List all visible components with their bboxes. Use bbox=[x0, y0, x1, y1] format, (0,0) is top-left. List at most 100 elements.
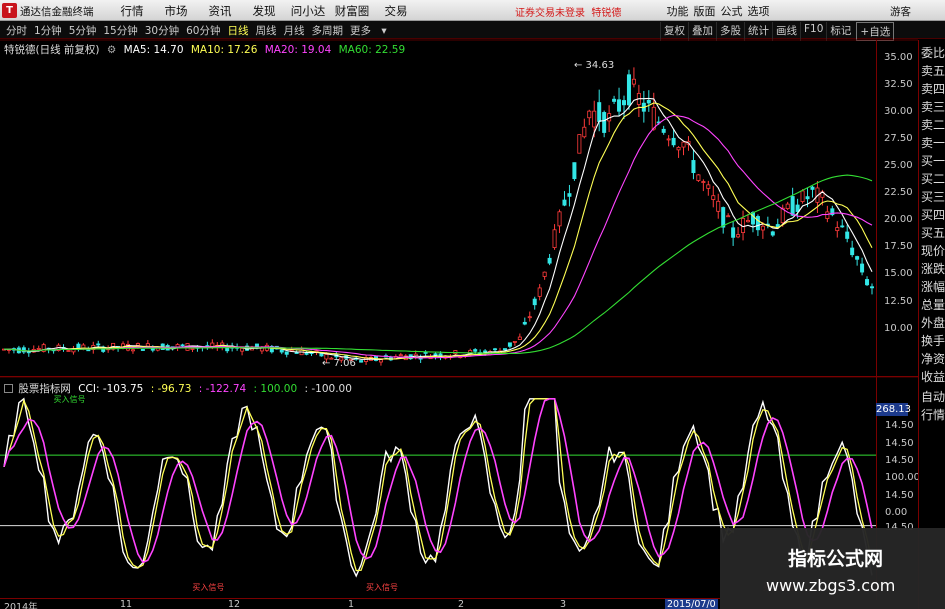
y-tick-label: 10.00 bbox=[884, 323, 913, 334]
candle-body bbox=[681, 141, 686, 148]
candle-body bbox=[870, 286, 875, 289]
candle-body bbox=[726, 215, 731, 218]
candle-body bbox=[755, 216, 760, 231]
x-tick-label: 2014年 bbox=[4, 602, 38, 609]
candle-body bbox=[473, 349, 478, 352]
ma10-label: MA10: 17.26 bbox=[190, 44, 258, 56]
stock-title: 特锐德(日线 前复权) bbox=[4, 44, 100, 56]
cci-label: CCI: -103.75 bbox=[78, 383, 144, 395]
side-label[interactable]: 涨跌 bbox=[921, 260, 945, 277]
candle-body bbox=[770, 231, 775, 236]
candle-body bbox=[855, 256, 860, 260]
side-label[interactable]: 净资 bbox=[921, 350, 945, 367]
cci-tick-label: 14.50 bbox=[885, 490, 914, 501]
candle-body bbox=[502, 348, 507, 350]
candle-body bbox=[359, 360, 364, 363]
quote-sidebar: 委比 卖五 卖四 卖三 卖二 卖一 买一 买二 买三 买四 买五 现价 涨跌 涨… bbox=[918, 40, 945, 609]
side-label[interactable]: 卖二 bbox=[921, 116, 945, 133]
x-tick-label: 11 bbox=[120, 599, 133, 609]
candle-body bbox=[795, 204, 800, 212]
candle-body bbox=[398, 354, 403, 357]
side-label[interactable]: 自动 bbox=[921, 388, 945, 405]
x-tick-label: 1 bbox=[348, 599, 355, 609]
candle-body bbox=[850, 247, 855, 256]
candle-body bbox=[671, 137, 676, 146]
ma5-label: MA5: 14.70 bbox=[123, 44, 184, 56]
cci-ma2-label: : -122.74 bbox=[198, 383, 247, 395]
candle-body bbox=[180, 344, 185, 347]
side-label[interactable]: 收益 bbox=[921, 368, 945, 385]
candle-body bbox=[577, 134, 582, 154]
cci-tick-label: 14.50 bbox=[885, 438, 914, 449]
indicator-toggle-icon[interactable] bbox=[4, 384, 13, 393]
candle-body bbox=[592, 110, 597, 128]
cci-lower-label: : -100.00 bbox=[304, 383, 352, 395]
candle-body bbox=[840, 225, 845, 228]
high-price-label: ← 34.63 bbox=[574, 60, 614, 71]
side-label[interactable]: 卖一 bbox=[921, 134, 945, 151]
candle-body bbox=[140, 349, 145, 351]
candle-body bbox=[378, 359, 383, 363]
y-tick-label: 35.00 bbox=[884, 52, 913, 63]
candle-body bbox=[631, 78, 636, 85]
candle-body bbox=[651, 106, 656, 130]
candle-body bbox=[716, 200, 721, 212]
side-label[interactable]: 买二 bbox=[921, 170, 945, 187]
side-label[interactable]: 卖五 bbox=[921, 62, 945, 79]
y-tick-label: 20.00 bbox=[884, 214, 913, 225]
ma60-line bbox=[3, 174, 873, 355]
settings-gear-icon[interactable]: ⚙ bbox=[107, 44, 116, 56]
side-label[interactable]: 买一 bbox=[921, 152, 945, 169]
cci-tick-label: 14.50 bbox=[885, 420, 914, 431]
signal-marker: 买入信号 bbox=[192, 582, 224, 592]
candle-body bbox=[522, 321, 527, 325]
candle-body bbox=[731, 227, 736, 238]
side-label[interactable]: 买五 bbox=[921, 224, 945, 241]
candle-body bbox=[860, 263, 865, 273]
candle-body bbox=[760, 225, 765, 231]
candle-body bbox=[800, 190, 805, 203]
side-label[interactable]: 行情 bbox=[921, 406, 945, 423]
candle-body bbox=[284, 351, 289, 355]
candle-body bbox=[736, 234, 741, 238]
side-label[interactable]: 总量 bbox=[921, 296, 945, 313]
cci-ma1-label: : -96.73 bbox=[150, 383, 192, 395]
candle-body bbox=[691, 160, 696, 174]
candle-body bbox=[240, 348, 245, 352]
candle-body bbox=[279, 349, 284, 353]
candle-body bbox=[517, 336, 522, 340]
indicator-legend: 股票指标网 CCI: -103.75 : -96.73 : -122.74 : … bbox=[4, 381, 356, 396]
candle-body bbox=[701, 181, 706, 183]
candle-body bbox=[825, 211, 830, 219]
candle-body bbox=[597, 102, 602, 122]
candle-body bbox=[130, 349, 135, 352]
side-label[interactable]: 买四 bbox=[921, 206, 945, 223]
candle-body bbox=[721, 207, 726, 228]
candle-body bbox=[86, 349, 91, 352]
side-label[interactable]: 委比 bbox=[921, 44, 945, 61]
side-label[interactable]: 卖三 bbox=[921, 98, 945, 115]
candle-body bbox=[36, 348, 41, 350]
side-label[interactable]: 现价 bbox=[921, 242, 945, 259]
side-label[interactable]: 外盘 bbox=[921, 314, 945, 331]
candle-body bbox=[706, 184, 711, 189]
side-label[interactable]: 卖四 bbox=[921, 80, 945, 97]
cci-upper-label: : 100.00 bbox=[253, 383, 298, 395]
x-tick-label: 2 bbox=[458, 599, 465, 609]
low-price-label: ← 7.06 bbox=[322, 358, 356, 369]
y-tick-label: 25.00 bbox=[884, 160, 913, 171]
side-label[interactable]: 买三 bbox=[921, 188, 945, 205]
cci-current-value: 268.13 bbox=[876, 403, 911, 416]
date-cursor-box: 2015/07/0 bbox=[665, 599, 718, 609]
candle-body bbox=[746, 220, 751, 223]
side-label[interactable]: 换手 bbox=[921, 332, 945, 349]
chart-canvas[interactable]: ← 34.63← 7.06买入信号买入信号买入信号买入信号 bbox=[0, 0, 945, 609]
candle-body bbox=[626, 74, 631, 106]
side-label[interactable]: 涨幅 bbox=[921, 278, 945, 295]
candle-body bbox=[96, 343, 101, 346]
candle-body bbox=[190, 348, 195, 350]
candle-body bbox=[582, 126, 587, 138]
indicator-title: 股票指标网 bbox=[18, 383, 71, 395]
candle-body bbox=[666, 138, 671, 141]
candle-body bbox=[696, 174, 701, 181]
